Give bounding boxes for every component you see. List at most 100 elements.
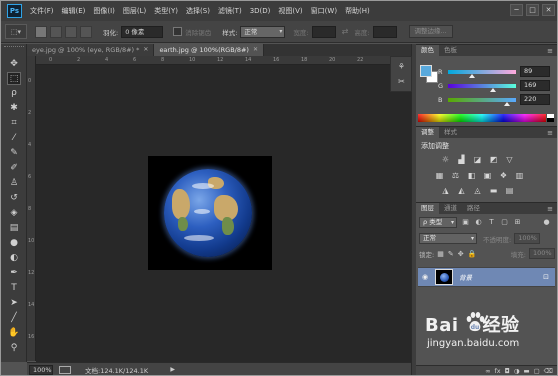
smart-object-filter-icon[interactable]: ⊞ xyxy=(513,218,522,227)
crop-icon[interactable]: ⌗ xyxy=(7,117,21,130)
swap-dimensions-icon[interactable]: ⇄ xyxy=(342,27,349,36)
brush-icon[interactable]: ✐ xyxy=(7,162,21,175)
eraser-icon[interactable]: ◈ xyxy=(7,207,21,220)
panel-menu-icon[interactable]: ≡ xyxy=(547,205,553,213)
minimize-button[interactable]: ─ xyxy=(510,4,523,16)
menu-filter[interactable]: 滤镜(T) xyxy=(218,6,242,16)
posterize-icon[interactable]: ◭ xyxy=(456,186,467,196)
feather-input[interactable]: 0 像素 xyxy=(121,25,164,38)
link-icon[interactable]: ∞ xyxy=(485,367,490,375)
channel-mixer-icon[interactable]: ❖ xyxy=(498,171,509,181)
fx-icon[interactable]: fx xyxy=(495,367,501,375)
vibrance-icon[interactable]: ▽ xyxy=(504,155,515,165)
color-lookup-icon[interactable]: ▥ xyxy=(514,171,525,181)
lock-transparent-icon[interactable]: ▦ xyxy=(437,250,444,258)
menu-image[interactable]: 图像(I) xyxy=(93,6,115,16)
menu-view[interactable]: 视图(V) xyxy=(278,6,302,16)
gradient-icon[interactable]: ▤ xyxy=(7,222,21,235)
exposure-icon[interactable]: ◩ xyxy=(488,155,499,165)
menu-type[interactable]: 类型(Y) xyxy=(154,6,178,16)
tool-presets-icon[interactable]: ✂ xyxy=(395,76,408,88)
red-track[interactable] xyxy=(448,70,516,74)
document-tab[interactable]: eye.jpg @ 100% (eye, RGB/8#) * ✕ xyxy=(27,44,155,56)
menu-file[interactable]: 文件(F) xyxy=(30,6,54,16)
magic-wand-icon[interactable]: ✱ xyxy=(7,102,21,115)
eyedropper-icon[interactable]: ⁄ xyxy=(7,132,21,145)
mask-icon[interactable]: ◘ xyxy=(505,367,510,375)
intersect-selection-button[interactable] xyxy=(80,25,92,38)
hand-icon[interactable]: ✋ xyxy=(7,327,21,340)
panel-menu-icon[interactable]: ≡ xyxy=(547,129,553,137)
style-select[interactable]: 正常 xyxy=(240,25,286,38)
history-panel-icon[interactable]: ⚘ xyxy=(395,61,408,73)
red-slider-thumb[interactable] xyxy=(468,74,475,78)
width-input[interactable] xyxy=(311,25,336,38)
move-tool-icon[interactable]: ✥ xyxy=(7,58,21,71)
brightness-icon[interactable]: ☼ xyxy=(440,155,451,165)
close-button[interactable]: ✕ xyxy=(542,4,555,16)
color-balance-icon[interactable]: ⚖ xyxy=(450,171,461,181)
history-brush-icon[interactable]: ↺ xyxy=(7,192,21,205)
adjustment-icon[interactable]: ◑ xyxy=(514,367,520,375)
path-selection-icon[interactable]: ➤ xyxy=(7,297,21,310)
blur-icon[interactable]: ● xyxy=(7,237,21,250)
selective-color-icon[interactable]: ▤ xyxy=(504,186,515,196)
filter-toggle-icon[interactable]: ● xyxy=(542,218,551,227)
shape-filter-icon[interactable]: ▢ xyxy=(500,218,509,227)
antialias-checkbox[interactable] xyxy=(173,27,183,36)
document-tab-active[interactable]: earth.jpg @ 100%(RGB/8#) ✕ xyxy=(154,44,264,56)
green-slider-thumb[interactable] xyxy=(490,88,497,92)
type-filter-icon[interactable]: T xyxy=(487,218,496,227)
layer-row-background[interactable]: ◉ 背景 ⊡ xyxy=(418,267,555,287)
red-value-input[interactable]: 89 xyxy=(520,66,550,77)
line-icon[interactable]: ╱ xyxy=(7,312,21,325)
tab-channels[interactable]: 通道 xyxy=(439,203,462,214)
color-spectrum-bar[interactable] xyxy=(418,114,546,122)
new-selection-button[interactable] xyxy=(35,25,47,38)
menu-3d[interactable]: 3D(D) xyxy=(250,7,271,15)
menu-help[interactable]: 帮助(H) xyxy=(345,6,370,16)
pixel-filter-icon[interactable]: ▣ xyxy=(461,218,470,227)
hue-saturation-icon[interactable]: ▦ xyxy=(434,171,445,181)
eye-icon[interactable]: ◉ xyxy=(418,273,432,281)
invert-icon[interactable]: ◮ xyxy=(440,186,451,196)
rectangular-marquee-icon[interactable]: ⬚ xyxy=(7,72,21,85)
green-track[interactable] xyxy=(448,84,516,88)
adjustment-filter-icon[interactable]: ◐ xyxy=(474,218,483,227)
zoom-icon[interactable]: ⚲ xyxy=(7,342,21,355)
zoom-level[interactable]: 100% xyxy=(29,364,53,375)
subtract-selection-button[interactable] xyxy=(65,25,77,38)
photo-filter-icon[interactable]: ▣ xyxy=(482,171,493,181)
threshold-icon[interactable]: ◬ xyxy=(472,186,483,196)
green-value-input[interactable]: 169 xyxy=(520,80,550,91)
layer-filter-select[interactable]: ρ 类型 xyxy=(419,217,457,228)
tab-color[interactable]: 颜色 xyxy=(416,45,439,56)
foreground-color-swatch[interactable] xyxy=(420,65,432,77)
tab-swatches[interactable]: 色板 xyxy=(439,45,462,56)
opacity-input[interactable]: 100% xyxy=(514,233,541,244)
healing-brush-icon[interactable]: ✎ xyxy=(7,147,21,160)
lock-all-icon[interactable]: 🔒 xyxy=(468,250,477,258)
refine-edge-button[interactable]: 调整边缘... xyxy=(408,25,453,38)
fill-input[interactable]: 100% xyxy=(529,248,555,259)
pen-icon[interactable]: ✒ xyxy=(7,267,21,280)
type-icon[interactable]: T xyxy=(7,282,21,295)
dodge-icon[interactable]: ◐ xyxy=(7,252,21,265)
menu-layer[interactable]: 图层(L) xyxy=(123,6,146,16)
status-menu-arrow[interactable]: ▶ xyxy=(170,366,175,373)
black-white-icon[interactable]: ◧ xyxy=(466,171,477,181)
blue-slider-thumb[interactable] xyxy=(503,102,510,106)
lock-position-icon[interactable]: ✥ xyxy=(458,250,464,258)
layer-name[interactable]: 背景 xyxy=(459,272,472,282)
panel-menu-icon[interactable]: ≡ xyxy=(547,47,553,55)
gradient-map-icon[interactable]: ▬ xyxy=(488,186,499,196)
close-tab-icon[interactable]: ✕ xyxy=(143,44,148,56)
tools-grip[interactable] xyxy=(4,46,24,51)
maximize-button[interactable]: □ xyxy=(526,4,539,16)
levels-icon[interactable]: ▟ xyxy=(456,155,467,165)
menu-edit[interactable]: 编辑(E) xyxy=(62,6,86,16)
lasso-icon[interactable]: ρ xyxy=(7,87,21,100)
tab-styles[interactable]: 样式 xyxy=(439,127,462,138)
document-canvas[interactable] xyxy=(148,156,272,270)
blend-mode-select[interactable]: 正常 xyxy=(419,233,477,244)
